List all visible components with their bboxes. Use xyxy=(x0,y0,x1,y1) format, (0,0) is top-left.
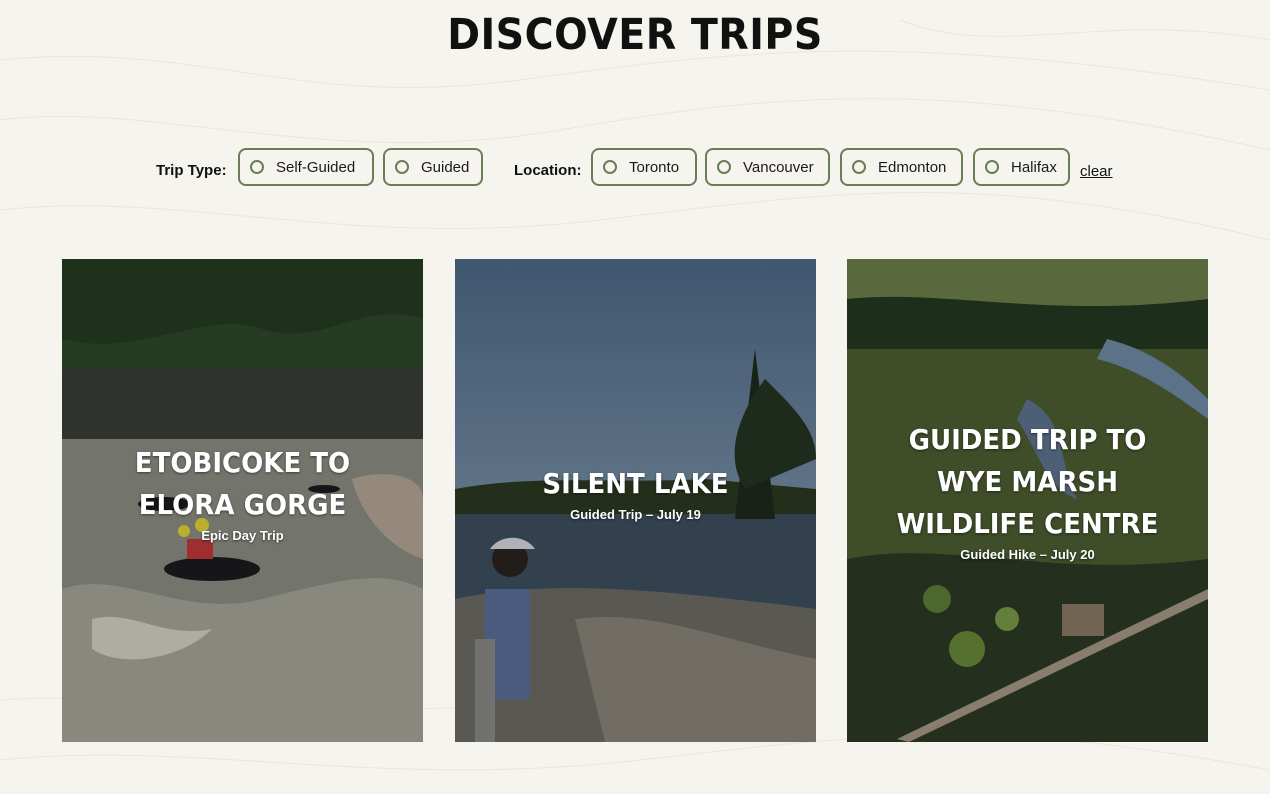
radio-icon[interactable] xyxy=(985,160,999,174)
trip-card-silent-lake[interactable]: SILENT LAKE Guided Trip – July 19 xyxy=(455,259,816,742)
filter-self-guided[interactable]: Self-Guided xyxy=(238,148,374,186)
card-overlay: GUIDED TRIP TO WYE MARSH WILDLIFE CENTRE… xyxy=(867,419,1188,562)
trip-filters: Trip Type: Self-Guided Guided Location: … xyxy=(0,148,1270,190)
page-title: DISCOVER TRIPS xyxy=(447,10,823,60)
filter-toronto[interactable]: Toronto xyxy=(591,148,697,186)
filter-halifax[interactable]: Halifax xyxy=(973,148,1070,186)
filter-label: Toronto xyxy=(629,158,680,176)
radio-icon[interactable] xyxy=(603,160,617,174)
filter-edmonton[interactable]: Edmonton xyxy=(840,148,963,186)
card-overlay: ETOBICOKE TO ELORA GORGE Epic Day Trip xyxy=(82,442,403,543)
trip-subtitle: Guided Trip – July 19 xyxy=(570,507,701,522)
trip-type-label: Trip Type: xyxy=(156,162,227,179)
trip-subtitle: Epic Day Trip xyxy=(201,528,284,543)
trip-title: SILENT LAKE xyxy=(542,467,729,500)
radio-icon[interactable] xyxy=(395,160,409,174)
filter-label: Guided xyxy=(421,158,470,176)
card-overlay: SILENT LAKE Guided Trip – July 19 xyxy=(475,463,796,522)
filter-label: Halifax xyxy=(1011,158,1057,176)
filter-guided[interactable]: Guided xyxy=(383,148,483,186)
filter-label: Edmonton xyxy=(878,158,947,176)
clear-filters-link[interactable]: clear xyxy=(1080,163,1113,180)
trip-title: GUIDED TRIP TO WYE MARSH WILDLIFE CENTRE xyxy=(896,423,1159,540)
filter-label: Vancouver xyxy=(743,158,814,176)
trip-subtitle: Guided Hike – July 20 xyxy=(960,547,1095,562)
filter-vancouver[interactable]: Vancouver xyxy=(705,148,830,186)
trip-title: ETOBICOKE TO ELORA GORGE xyxy=(134,446,351,521)
location-label: Location: xyxy=(514,162,582,179)
radio-icon[interactable] xyxy=(250,160,264,174)
trip-card-etobicoke-elora[interactable]: ETOBICOKE TO ELORA GORGE Epic Day Trip xyxy=(62,259,423,742)
filter-label: Self-Guided xyxy=(276,158,356,176)
radio-icon[interactable] xyxy=(852,160,866,174)
trip-card-wye-marsh[interactable]: GUIDED TRIP TO WYE MARSH WILDLIFE CENTRE… xyxy=(847,259,1208,742)
radio-icon[interactable] xyxy=(717,160,731,174)
